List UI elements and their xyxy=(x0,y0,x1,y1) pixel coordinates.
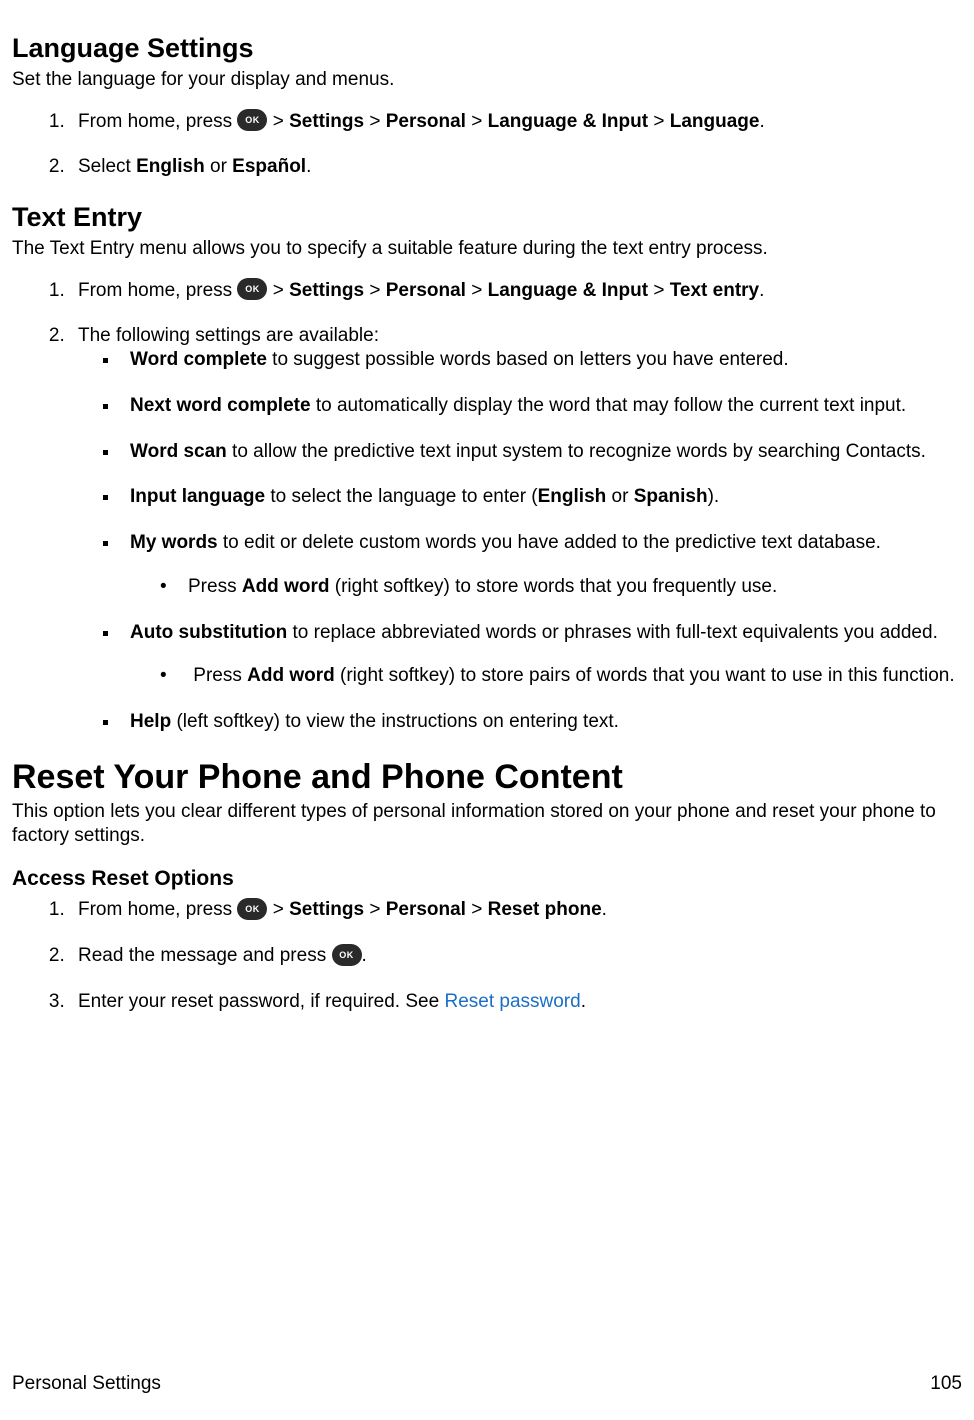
bullet-help: Help (left softkey) to view the instruct… xyxy=(120,710,962,734)
text-step-1: From home, press OK > Settings > Persona… xyxy=(70,279,962,303)
reset-step-2: Read the message and press OK. xyxy=(70,944,962,968)
bullet-next-word-complete: Next word complete to automatically disp… xyxy=(120,394,962,418)
lang-step-1: From home, press OK > Settings > Persona… xyxy=(70,110,962,134)
footer-page-number: 105 xyxy=(930,1372,962,1396)
link-reset-password[interactable]: Reset password xyxy=(444,991,580,1012)
subhead-access-reset: Access Reset Options xyxy=(12,866,962,892)
footer-section: Personal Settings xyxy=(12,1372,161,1396)
heading-language-settings: Language Settings xyxy=(12,32,962,66)
bullet-input-language: Input language to select the language to… xyxy=(120,485,962,509)
ok-icon: OK xyxy=(237,898,267,920)
sub-add-word-mywords: Press Add word (right softkey) to store … xyxy=(160,575,962,599)
bullet-auto-substitution: Auto substitution to replace abbreviated… xyxy=(120,621,962,689)
intro-reset: This option lets you clear different typ… xyxy=(12,800,962,848)
heading-reset: Reset Your Phone and Phone Content xyxy=(12,756,962,799)
ok-icon: OK xyxy=(332,944,362,966)
intro-language-settings: Set the language for your display and me… xyxy=(12,68,962,92)
lang-step-2: Select English or Español. xyxy=(70,155,962,179)
bullet-word-scan: Word scan to allow the predictive text i… xyxy=(120,440,962,464)
bullet-my-words: My words to edit or delete custom words … xyxy=(120,531,962,599)
sub-add-word-autosub: Press Add word (right softkey) to store … xyxy=(160,664,962,688)
ok-icon: OK xyxy=(237,109,267,131)
reset-step-1: From home, press OK > Settings > Persona… xyxy=(70,898,962,922)
reset-step-3: Enter your reset password, if required. … xyxy=(70,990,962,1014)
text-step-2: The following settings are available: Wo… xyxy=(70,324,962,734)
ok-icon: OK xyxy=(237,278,267,300)
intro-text-entry: The Text Entry menu allows you to specif… xyxy=(12,237,962,261)
bullet-word-complete: Word complete to suggest possible words … xyxy=(120,348,962,372)
heading-text-entry: Text Entry xyxy=(12,201,962,235)
